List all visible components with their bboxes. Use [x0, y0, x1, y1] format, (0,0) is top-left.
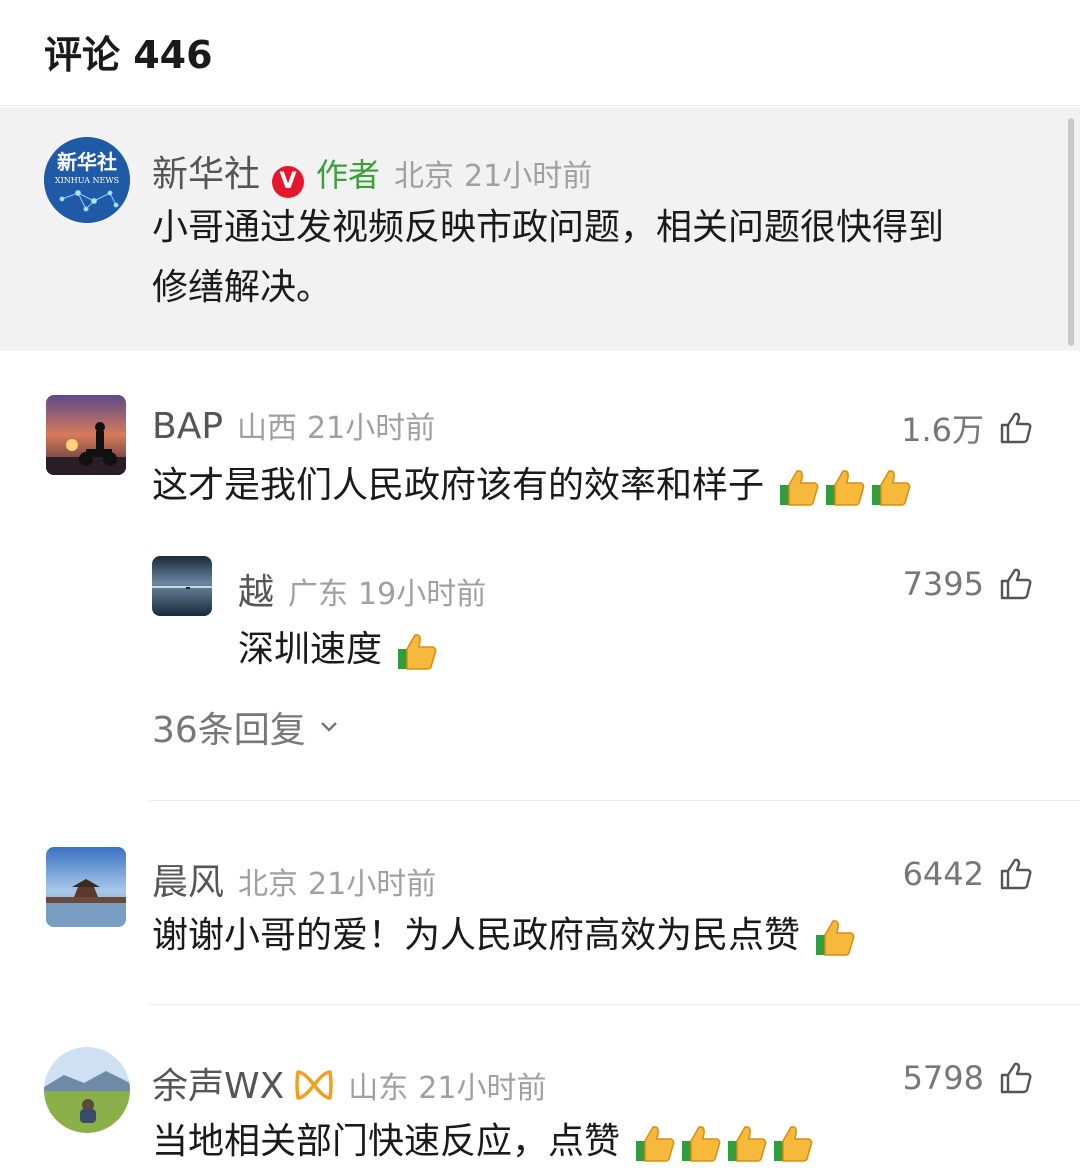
avatar[interactable]: 新华社 XINHUA NEWS [44, 137, 130, 223]
comment-text-content: 谢谢小哥的爱！为人民政府高效为民点赞 [152, 915, 801, 956]
location: 山西 [237, 411, 298, 446]
thumbs-up-emoji-icon [872, 470, 911, 506]
verified-badge-icon: V [272, 165, 305, 198]
username[interactable]: 新华社 [152, 145, 260, 197]
more-replies-label: 36条回复 [152, 710, 306, 751]
thumb-up-outline-icon [1000, 858, 1032, 890]
like-button[interactable]: 6442 [903, 855, 1034, 893]
comment-text-line-1: 小哥通过发视频反映市政问题，相关问题很快得到 [152, 207, 945, 248]
thumbs-up-emoji-icon [780, 470, 819, 506]
sunset-motorcycle-avatar-icon [46, 395, 126, 475]
location: 山东 [348, 1071, 409, 1106]
comment-meta: 晨风 北京 21小时前 [152, 853, 436, 905]
comment-text-content: 这才是我们人民政府该有的效率和样子 [152, 465, 765, 506]
timestamp: 19小时前 [358, 577, 487, 612]
like-button[interactable]: 1.6万 [901, 405, 1034, 451]
thumb-up-outline-icon [1000, 1062, 1032, 1094]
thumbs-up-emoji-icon [636, 1126, 675, 1162]
sea-avatar-icon [152, 556, 212, 616]
thumbs-up-emoji-icon [728, 1126, 767, 1162]
pinned-comment[interactable]: 新华社 XINHUA NEWS 新华社 V 作者 北京 21小时前 小哥通过发视… [0, 107, 1080, 351]
comment-text: 这才是我们人民政府该有的效率和样子 [152, 457, 913, 515]
like-count: 5798 [902, 1059, 984, 1097]
username[interactable]: BAP [152, 406, 223, 447]
location: 北京 [238, 867, 299, 902]
comment-text-line-2: 修缮解决。 [152, 267, 333, 308]
scrollbar[interactable] [1068, 118, 1074, 346]
author-tag: 作者 [316, 156, 381, 194]
timestamp: 21小时前 [464, 159, 593, 194]
username[interactable]: 越 [238, 563, 274, 615]
comment-item[interactable]: BAP 山西 21小时前 1.6万 这才是我们人民政府该有的效率和样子 越 广东… [0, 351, 1080, 801]
svg-text:XINHUA NEWS: XINHUA NEWS [55, 176, 119, 185]
comment-item[interactable]: 余声WX 山东 21小时前 5798 当地相关部门快速反应，点赞 [0, 1005, 1080, 1174]
comments-title: 评论 446 [44, 33, 213, 77]
comment-text: 谢谢小哥的爱！为人民政府高效为民点赞 [152, 907, 857, 965]
reply-text: 深圳速度 [238, 621, 439, 679]
timestamp: 21小时前 [418, 1071, 547, 1106]
comment-item[interactable]: 晨风 北京 21小时前 6442 谢谢小哥的爱！为人民政府高效为民点赞 [0, 801, 1080, 1004]
like-button[interactable]: 5798 [903, 1059, 1034, 1097]
thumbs-up-emoji-icon [774, 1126, 813, 1162]
comment-meta: 新华社 V 作者 北京 21小时前 [152, 145, 593, 198]
thumb-up-outline-icon [1000, 412, 1032, 444]
more-replies-link[interactable]: 36条回复 [152, 701, 344, 753]
reply-avatar[interactable] [152, 556, 212, 616]
avatar[interactable] [44, 1047, 130, 1133]
username[interactable]: 余声WX [152, 1057, 284, 1109]
like-count: 6442 [902, 855, 984, 893]
gold-member-badge-icon [295, 1070, 334, 1100]
comment-meta: 余声WX 山东 21小时前 [152, 1057, 546, 1109]
meadow-avatar-icon [44, 1047, 130, 1133]
location: 北京 [394, 159, 455, 194]
like-count: 1.6万 [901, 411, 984, 449]
xinhua-logo-icon: 新华社 XINHUA NEWS [44, 137, 130, 223]
avatar[interactable] [46, 395, 126, 475]
comments-header: 评论 446 [0, 0, 1080, 106]
timestamp: 21小时前 [307, 411, 436, 446]
reply-text-content: 深圳速度 [238, 629, 383, 670]
reply-meta: 越 广东 19小时前 [238, 563, 486, 615]
like-button[interactable]: 7395 [903, 565, 1034, 603]
thumbs-up-emoji-icon [398, 634, 437, 670]
thumbs-up-emoji-icon [816, 920, 855, 956]
timestamp: 21小时前 [308, 867, 437, 902]
chevron-down-icon [320, 722, 337, 732]
username[interactable]: 晨风 [152, 853, 224, 905]
thumbs-up-emoji-icon [826, 470, 865, 506]
like-count: 7395 [902, 565, 984, 603]
location: 广东 [288, 577, 349, 612]
thumb-up-outline-icon [1000, 568, 1032, 600]
comment-text: 当地相关部门快速反应，点赞 [152, 1113, 815, 1171]
palace-avatar-icon [46, 847, 126, 927]
svg-text:新华社: 新华社 [57, 150, 117, 174]
comment-text-content: 当地相关部门快速反应，点赞 [152, 1121, 621, 1162]
avatar[interactable] [46, 847, 126, 927]
comment-meta: BAP 山西 21小时前 [152, 403, 435, 447]
thumbs-up-emoji-icon [682, 1126, 721, 1162]
